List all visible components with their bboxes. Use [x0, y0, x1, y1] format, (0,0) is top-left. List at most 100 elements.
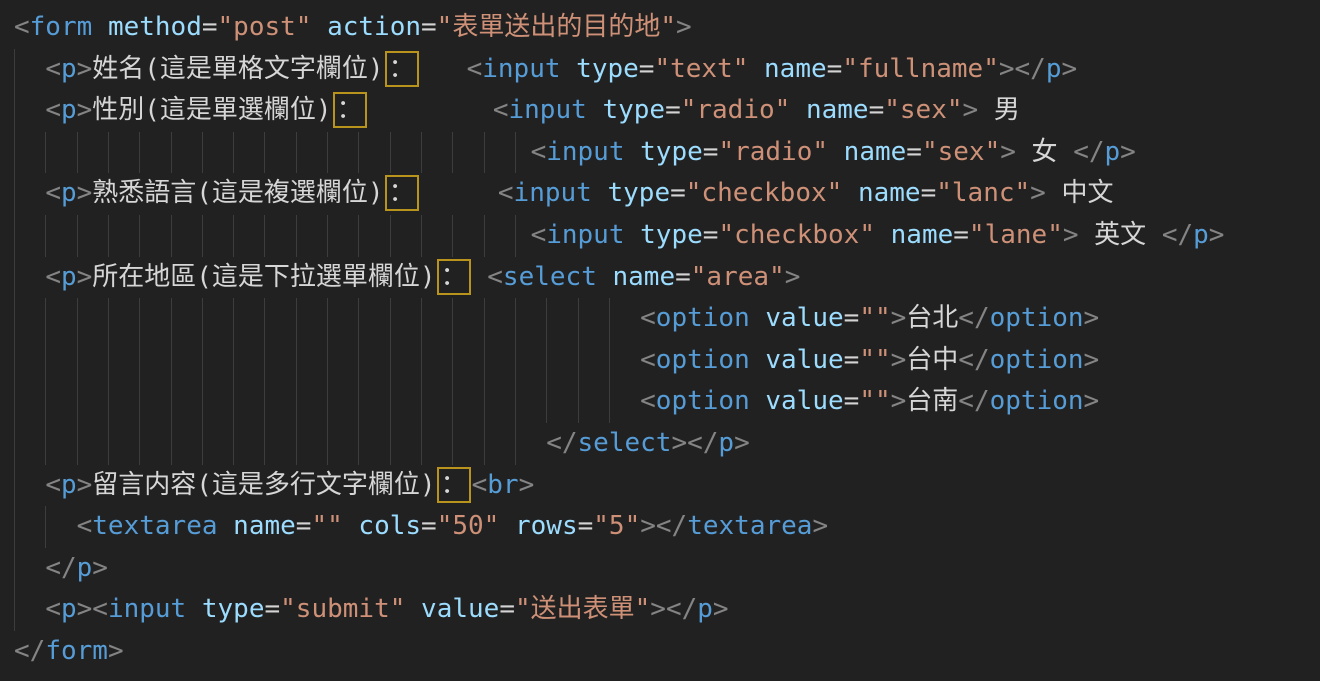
- indent-guide: [390, 298, 391, 340]
- whitespace-token: [597, 262, 613, 292]
- code-line[interactable]: <textarea name="" cols="50" rows="5"></t…: [14, 506, 1320, 548]
- tag-name-token: p: [61, 470, 77, 500]
- indent-guide: [484, 298, 485, 340]
- string-value-token: "checkbox": [686, 178, 843, 208]
- punctuation-token: >: [77, 178, 93, 208]
- indent-guide: [484, 215, 485, 257]
- code-line[interactable]: <p>留言内容(這是多行文字欄位)：<br>: [14, 465, 1320, 507]
- whitespace-token: [790, 95, 806, 125]
- attribute-name-token: type: [602, 95, 665, 125]
- punctuation-token: </: [958, 303, 989, 333]
- code-line[interactable]: <input type="radio" name="sex"> 女 </p>: [14, 132, 1320, 174]
- whitespace-token: [828, 137, 844, 167]
- indent-guide: [390, 423, 391, 465]
- code-line[interactable]: <p>所在地區(這是下拉選單欄位)： <select name="area">: [14, 257, 1320, 299]
- indent-guide: [77, 215, 78, 257]
- indent-guide: [452, 381, 453, 423]
- indent-guide: [14, 257, 15, 299]
- punctuation-token: >: [1209, 220, 1225, 250]
- string-value-token: "radio": [718, 137, 828, 167]
- indent-guide: [358, 340, 359, 382]
- code-line[interactable]: <input type="checkbox" name="lane"> 英文 <…: [14, 215, 1320, 257]
- code-line[interactable]: <p>姓名(這是單格文字欄位)： <input type="text" name…: [14, 49, 1320, 91]
- attribute-name-token: action: [327, 12, 421, 42]
- indent-guide: [45, 381, 46, 423]
- indent-guide: [421, 423, 422, 465]
- attribute-name-token: name: [858, 178, 921, 208]
- operator-token: =: [296, 511, 312, 541]
- indent-guide: [390, 381, 391, 423]
- punctuation-token: <: [14, 12, 30, 42]
- punctuation-token: </: [45, 553, 76, 583]
- punctuation-token: <: [467, 54, 483, 84]
- indent-guide: [171, 298, 172, 340]
- indent-guide: [171, 215, 172, 257]
- indent-guide: [14, 548, 15, 590]
- indent-guide: [358, 132, 359, 174]
- punctuation-token: >: [812, 511, 828, 541]
- indent-guide: [14, 215, 15, 257]
- indent-guide: [327, 423, 328, 465]
- punctuation-token: </: [1162, 220, 1193, 250]
- indent-guide: [77, 132, 78, 174]
- punctuation-token: </: [14, 636, 45, 666]
- operator-token: =: [953, 220, 969, 250]
- unicode-highlight-colon: ：: [437, 467, 471, 503]
- string-value-token: "": [859, 303, 890, 333]
- punctuation-token: <: [45, 262, 61, 292]
- operator-token: =: [844, 345, 860, 375]
- tag-name-token: option: [990, 345, 1084, 375]
- indent-guide: [202, 298, 203, 340]
- string-value-token: "checkbox": [718, 220, 875, 250]
- code-line[interactable]: </p>: [14, 548, 1320, 590]
- indent-guide: [139, 423, 140, 465]
- punctuation-token: </: [546, 428, 577, 458]
- punctuation-token: ><: [77, 594, 108, 624]
- operator-token: =: [869, 95, 885, 125]
- code-line[interactable]: <p><input type="submit" value="送出表單"></p…: [14, 589, 1320, 631]
- punctuation-token: >: [108, 636, 124, 666]
- indent-guide: [296, 215, 297, 257]
- attribute-name-token: name: [764, 54, 827, 84]
- code-line[interactable]: <option value="">台中</option>: [14, 340, 1320, 382]
- indent-guide: [139, 340, 140, 382]
- code-line[interactable]: </select></p>: [14, 423, 1320, 465]
- indent-guide: [45, 423, 46, 465]
- indent-guide: [515, 132, 516, 174]
- tag-name-token: option: [656, 303, 750, 333]
- code-line[interactable]: </form>: [14, 631, 1320, 673]
- indent-guide: [14, 465, 15, 507]
- indent-guide: [609, 340, 610, 382]
- indent-guide: [45, 506, 46, 548]
- whitespace-token: [625, 137, 641, 167]
- punctuation-token: >: [92, 553, 108, 583]
- code-editor[interactable]: <form method="post" action="表單送出的目的地"> <…: [0, 0, 1320, 681]
- string-value-token: "5": [593, 511, 640, 541]
- indent-guide: [14, 298, 15, 340]
- code-line[interactable]: <p>性別(這是單選欄位)： <input type="radio" name=…: [14, 90, 1320, 132]
- whitespace-token: [587, 95, 603, 125]
- indent-guide: [578, 340, 579, 382]
- indent-guide: [358, 215, 359, 257]
- punctuation-token: >: [734, 428, 750, 458]
- operator-token: =: [499, 594, 515, 624]
- tag-name-token: p: [61, 262, 77, 292]
- operator-token: =: [670, 178, 686, 208]
- tag-name-token: p: [77, 553, 93, 583]
- string-value-token: "fullname": [842, 54, 999, 84]
- indent-guide: [45, 298, 46, 340]
- indent-guide: [45, 215, 46, 257]
- whitespace-token: [311, 12, 327, 42]
- code-line[interactable]: <p>熟悉語言(這是複選欄位)： <input type="checkbox" …: [14, 173, 1320, 215]
- indent-guide: [390, 215, 391, 257]
- attribute-name-token: name: [891, 220, 954, 250]
- tag-name-token: option: [656, 386, 750, 416]
- code-line[interactable]: <option value="">台北</option>: [14, 298, 1320, 340]
- tag-name-token: input: [546, 137, 624, 167]
- punctuation-token: ></: [640, 511, 687, 541]
- code-line[interactable]: <form method="post" action="表單送出的目的地">: [14, 7, 1320, 49]
- string-value-token: "送出表單": [515, 594, 650, 624]
- indent-guide: [108, 298, 109, 340]
- punctuation-token: <: [493, 95, 509, 125]
- code-line[interactable]: <option value="">台南</option>: [14, 381, 1320, 423]
